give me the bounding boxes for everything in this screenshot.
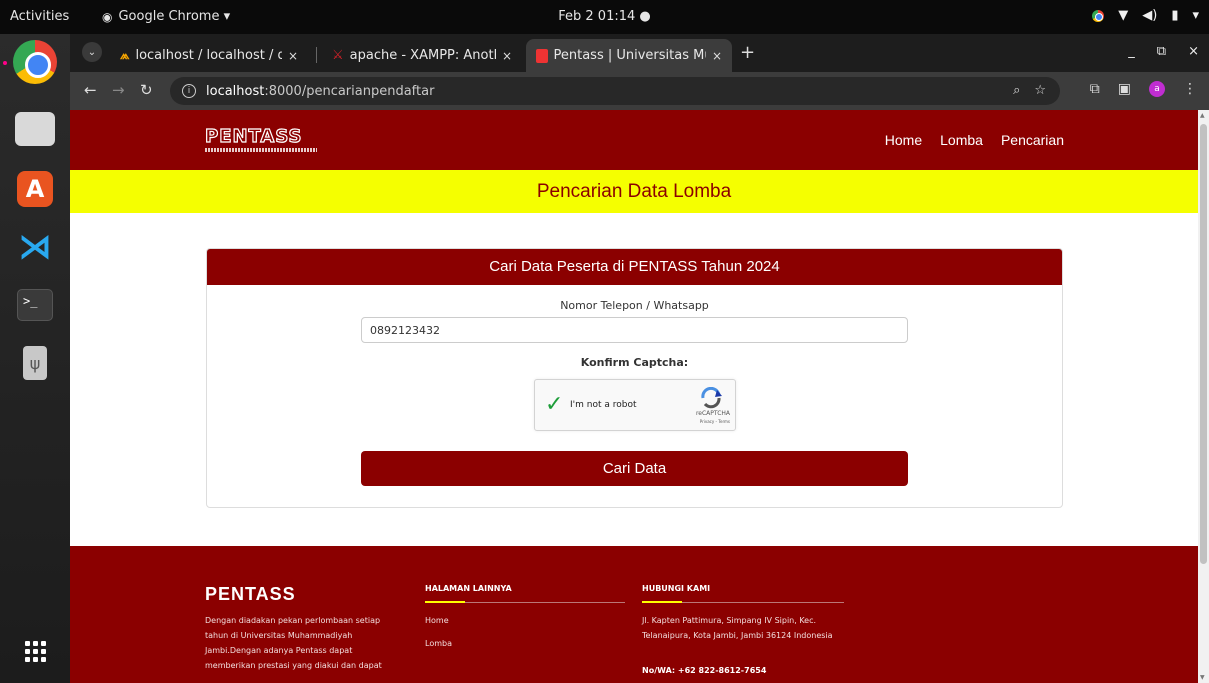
dock-usb-drive[interactable]: ψ xyxy=(12,340,58,386)
browser-toolbar: ← → ↻ i localhost :8000/pencarianpendaft… xyxy=(70,72,1209,110)
omnibox-actions: ⌕ ☆ xyxy=(1013,83,1046,98)
tab-pentass[interactable]: Pentass | Universitas Mu × xyxy=(526,39,732,72)
close-window-button[interactable]: × xyxy=(1188,44,1199,59)
battery-icon[interactable]: ▮ xyxy=(1171,8,1178,23)
recaptcha-brand: reCAPTCHA xyxy=(695,410,730,417)
menu-kebab-icon[interactable]: ⋮ xyxy=(1183,81,1197,97)
footer-link-lomba[interactable]: Lomba xyxy=(425,639,452,648)
search-card: Cari Data Peserta di PENTASS Tahun 2024 … xyxy=(206,248,1063,508)
captcha-text: I'm not a robot xyxy=(570,400,637,410)
checkmark-icon[interactable]: ✓ xyxy=(545,392,563,417)
footer-pages-heading: HALAMAN LAINNYA xyxy=(425,584,512,593)
nav-home[interactable]: Home xyxy=(885,132,922,148)
toolbar-actions: ⧉ ▣ a ⋮ xyxy=(1090,81,1197,97)
side-panel-icon[interactable]: ▣ xyxy=(1118,81,1131,97)
close-icon[interactable]: × xyxy=(288,49,298,63)
browser-window: ⌄ ⩕ localhost / localhost / db × ⚔ apach… xyxy=(70,34,1209,683)
footer-address: Jl. Kapten Pattimura, Simpang IV Sipin, … xyxy=(642,616,833,640)
pentass-favicon xyxy=(536,48,548,63)
recaptcha-widget[interactable]: ✓ I'm not a robot reCAPTCHA Privacy - Te… xyxy=(534,379,736,431)
chevron-down-icon[interactable]: ▾ xyxy=(1192,8,1199,23)
vscode-icon: ⋊ xyxy=(18,227,52,267)
footer-divider xyxy=(425,601,625,603)
footer-whatsapp: No/WA: +62 822-8612-7654 xyxy=(642,666,767,675)
system-top-bar: Activities ◉ Google Chrome ▾ Feb 2 01:14… xyxy=(0,0,1209,34)
footer-divider xyxy=(642,601,844,603)
back-button[interactable]: ← xyxy=(84,81,97,99)
recaptcha-links[interactable]: Privacy - Terms xyxy=(700,419,730,424)
web-page: PENTASS Home Lomba Pencarian Pencarian D… xyxy=(70,110,1198,683)
chrome-icon[interactable] xyxy=(1092,9,1105,22)
scrollbar-thumb[interactable] xyxy=(1200,124,1207,564)
tab-separator xyxy=(316,47,317,63)
volume-icon[interactable]: ◀) xyxy=(1142,8,1157,23)
dock-chrome[interactable] xyxy=(12,39,58,85)
page-title-banner: Pencarian Data Lomba xyxy=(70,170,1198,213)
app-store-icon: A xyxy=(17,171,53,207)
profile-avatar[interactable]: a xyxy=(1149,81,1165,97)
active-indicator xyxy=(3,61,7,65)
search-submit-button[interactable]: Cari Data xyxy=(361,451,908,486)
footer-contact-heading: HUBUNGI KAMI xyxy=(642,584,711,593)
scroll-down-arrow[interactable]: ▼ xyxy=(1200,674,1205,681)
site-navbar: PENTASS Home Lomba Pencarian xyxy=(70,110,1198,170)
recaptcha-logo-icon xyxy=(701,387,722,409)
bookmark-star-icon[interactable]: ☆ xyxy=(1034,83,1046,98)
dock-files[interactable] xyxy=(12,106,58,152)
tab-title: apache - XAMPP: Anothe xyxy=(349,48,496,63)
site-logo[interactable]: PENTASS xyxy=(204,125,317,156)
forward-button[interactable]: → xyxy=(112,81,125,99)
close-icon[interactable]: × xyxy=(502,49,512,63)
apache-feather-icon: ⚔ xyxy=(332,48,344,63)
system-tray[interactable]: ▼ ◀) ▮ ▾ xyxy=(1092,8,1199,23)
terminal-icon: >_ xyxy=(17,289,53,321)
minimize-button[interactable]: _ xyxy=(1128,44,1135,59)
phone-input[interactable] xyxy=(361,317,908,343)
logo-text: PENTASS xyxy=(204,125,303,147)
card-title: Cari Data Peserta di PENTASS Tahun 2024 xyxy=(207,249,1062,285)
footer-title: PENTASS xyxy=(205,584,296,604)
files-icon xyxy=(15,112,55,146)
dock-vscode[interactable]: ⋊ xyxy=(12,224,58,270)
tab-search-button[interactable]: ⌄ xyxy=(82,42,102,62)
tab-phpmyadmin[interactable]: ⩕ localhost / localhost / db × xyxy=(110,39,308,72)
show-apps-button[interactable] xyxy=(12,628,58,674)
app-grid-icon xyxy=(24,640,46,662)
logo-tagline-graphic xyxy=(205,148,317,152)
dock: A ⋊ >_ ψ xyxy=(0,34,70,683)
clock[interactable]: Feb 2 01:14 ● xyxy=(0,9,1209,24)
tab-title: localhost / localhost / db xyxy=(135,48,282,63)
dock-terminal[interactable]: >_ xyxy=(12,282,58,328)
close-icon[interactable]: × xyxy=(712,49,722,63)
extensions-icon[interactable]: ⧉ xyxy=(1090,81,1100,97)
zoom-icon[interactable]: ⌕ xyxy=(1013,83,1020,98)
usb-drive-icon: ψ xyxy=(23,346,47,380)
reload-button[interactable]: ↻ xyxy=(140,81,153,99)
address-bar[interactable]: i localhost :8000/pencarianpendaftar ⌕ ☆ xyxy=(170,77,1060,105)
site-footer: PENTASS Dengan diadakan pekan perlombaan… xyxy=(70,546,1198,683)
url-host: localhost xyxy=(206,83,265,99)
url-path: :8000/pencarianpendaftar xyxy=(264,83,435,99)
scroll-up-arrow[interactable]: ▲ xyxy=(1200,112,1205,119)
dock-app-store[interactable]: A xyxy=(12,166,58,212)
nav-lomba[interactable]: Lomba xyxy=(940,132,983,148)
site-menu: Home Lomba Pencarian xyxy=(885,132,1064,148)
window-controls: _ ⧉ × xyxy=(1128,44,1199,59)
tab-title: Pentass | Universitas Mu xyxy=(553,48,706,63)
chrome-icon xyxy=(13,40,57,84)
footer-link-home[interactable]: Home xyxy=(425,616,449,625)
captcha-label: Konfirm Captcha: xyxy=(580,356,689,369)
nav-pencarian[interactable]: Pencarian xyxy=(1001,132,1064,148)
page-scrollbar[interactable]: ▲ ▼ xyxy=(1198,110,1209,683)
wifi-icon[interactable]: ▼ xyxy=(1118,8,1128,23)
tab-strip: ⌄ ⩕ localhost / localhost / db × ⚔ apach… xyxy=(70,34,1209,72)
new-tab-button[interactable]: + xyxy=(740,42,755,63)
phone-label: Nomor Telepon / Whatsapp xyxy=(560,299,709,312)
phpmyadmin-icon: ⩕ xyxy=(120,48,130,62)
site-info-icon[interactable]: i xyxy=(182,84,196,98)
maximize-button[interactable]: ⧉ xyxy=(1157,44,1166,59)
tab-xampp[interactable]: ⚔ apache - XAMPP: Anothe × xyxy=(322,39,522,72)
footer-description: Dengan diadakan pekan perlombaan setiap … xyxy=(205,616,382,670)
